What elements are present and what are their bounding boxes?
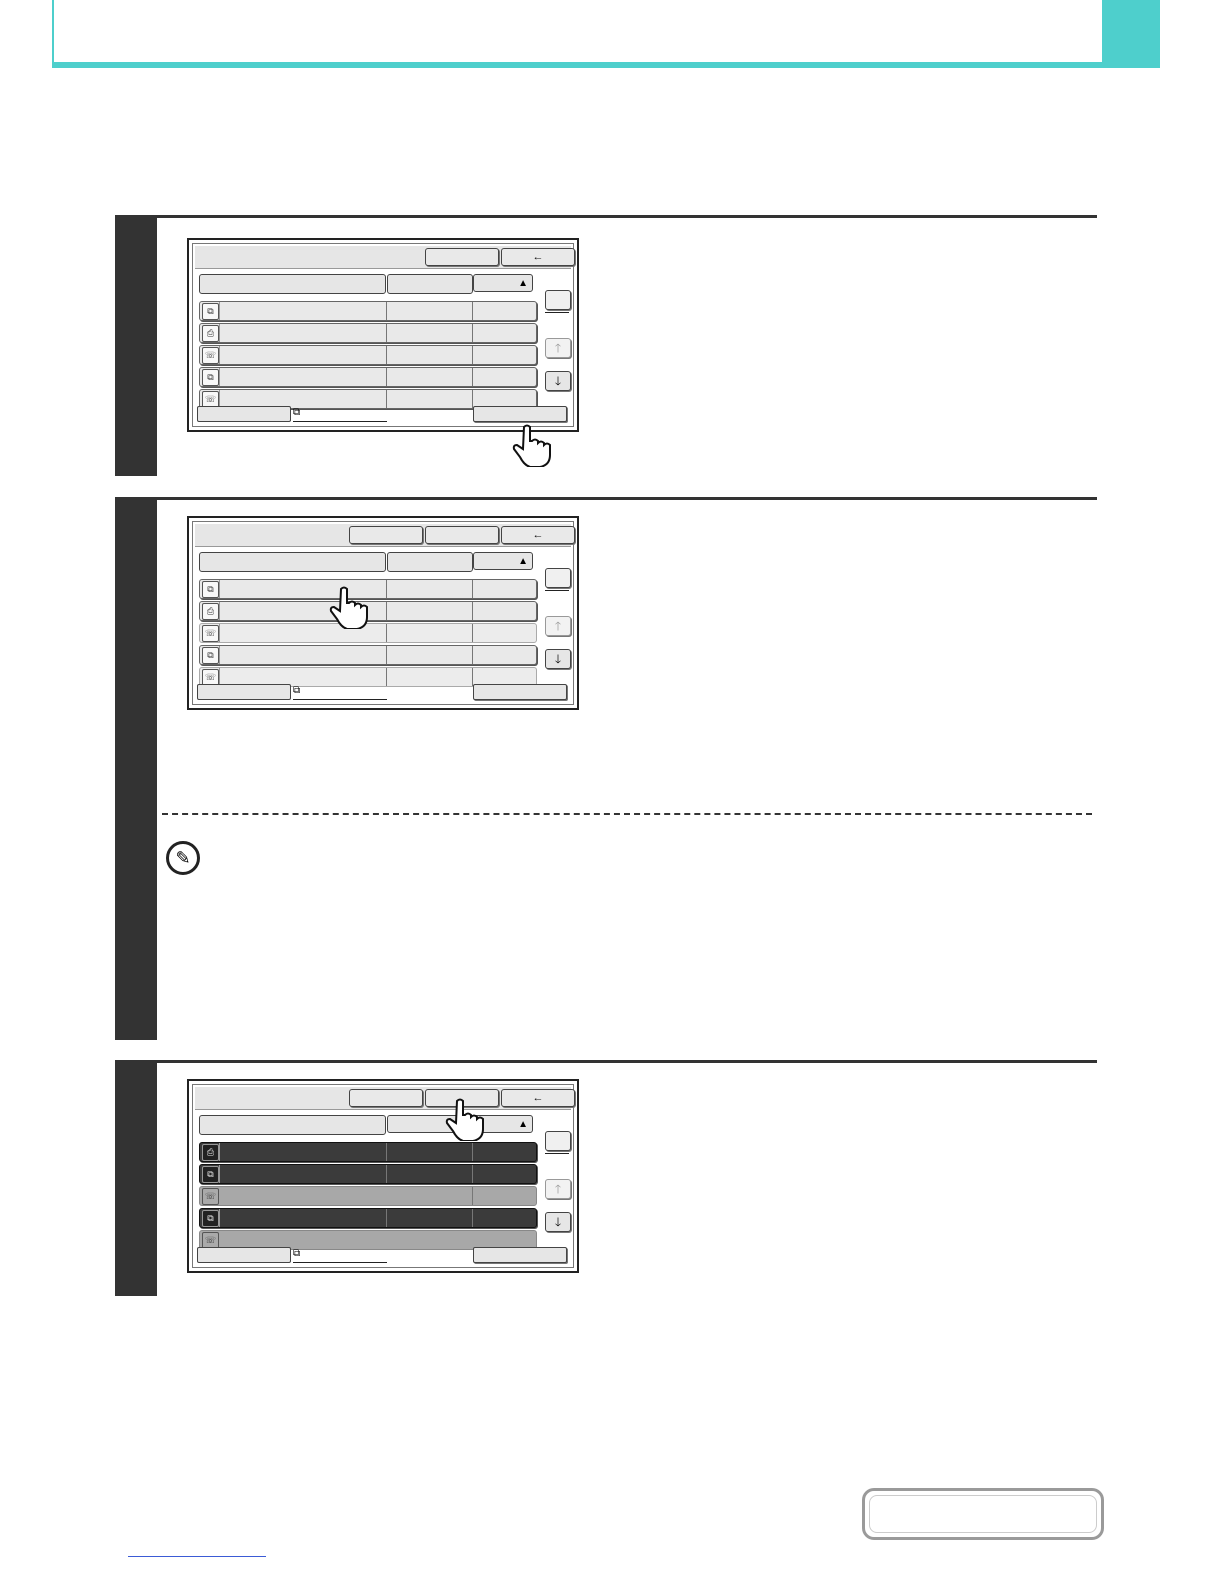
footer-status: ⧉ — [293, 1248, 387, 1263]
touch-panel-screen-1: ← ▲ ⧉ ⎙ ☏ ⧉ ☏ 🡑 🡓 ⧉ — [187, 238, 579, 432]
footer-left-button[interactable] — [197, 406, 291, 422]
job-row[interactable]: ☏ — [199, 345, 537, 365]
job-row[interactable]: ⧉ — [199, 1164, 537, 1184]
job-row[interactable]: ⧉ — [199, 645, 537, 665]
scroll-down-button[interactable]: 🡓 — [545, 371, 571, 391]
side-button[interactable] — [545, 568, 571, 588]
footer-right-button[interactable] — [473, 684, 567, 700]
fax-icon: ☏ — [202, 1188, 219, 1205]
scroll-down-button[interactable]: 🡓 — [545, 1212, 571, 1232]
scan-icon: ⎙ — [202, 325, 219, 342]
scan-icon: ⎙ — [202, 603, 219, 620]
header-accent-line — [52, 62, 1160, 68]
copy-icon: ⧉ — [202, 1210, 219, 1227]
job-status-icon: ⧉ — [293, 407, 301, 418]
column-header-sort[interactable]: ▲ — [473, 274, 533, 292]
step-1: ← ▲ ⧉ ⎙ ☏ ⧉ ☏ 🡑 🡓 ⧉ — [115, 215, 1097, 476]
step-number-bar — [115, 1063, 157, 1296]
contents-button-inner — [869, 1495, 1097, 1533]
title-button[interactable] — [425, 248, 499, 266]
job-row[interactable]: ⎙ — [199, 1142, 537, 1162]
footer-left-button[interactable] — [197, 684, 291, 700]
footer-status: ⧉ — [293, 407, 387, 422]
step-number-bar — [115, 500, 157, 1040]
pointer-hand-icon — [512, 424, 551, 467]
back-button[interactable]: ← — [501, 248, 575, 266]
side-button-underline — [545, 312, 569, 313]
fax-icon: ☏ — [202, 347, 219, 364]
fax-icon: ☏ — [202, 625, 219, 642]
column-header-sort[interactable]: ▲ — [473, 552, 533, 570]
column-header-name[interactable] — [199, 1115, 386, 1135]
step-2: ← ▲ ⧉ ⎙ ☏ ⧉ ☏ 🡑 🡓 ⧉ — [115, 497, 1097, 1040]
back-button[interactable]: ← — [501, 526, 575, 544]
screen-title-bar: ← — [195, 1087, 575, 1110]
screen-frame: ← ▲ ⧉ ⎙ ☏ ⧉ ☏ 🡑 🡓 ⧉ — [192, 243, 575, 427]
side-button[interactable] — [545, 290, 571, 310]
scroll-down-button[interactable]: 🡓 — [545, 649, 571, 669]
screen-frame: ← ▲ ⎙ ⧉ ☏ ⧉ ☏ 🡑 🡓 ⧉ — [192, 1084, 575, 1268]
bottom-link-underline[interactable] — [128, 1556, 266, 1557]
footer-left-button[interactable] — [197, 1247, 291, 1263]
footer-status: ⧉ — [293, 685, 387, 700]
pencil-note-icon: ✎ — [166, 841, 200, 875]
title-button-left[interactable] — [349, 1089, 423, 1107]
pointer-hand-icon — [329, 586, 368, 629]
step-3: ← ▲ ⎙ ⧉ ☏ ⧉ ☏ 🡑 🡓 ⧉ — [115, 1060, 1097, 1296]
job-row[interactable]: ⧉ — [199, 1208, 537, 1228]
copy-icon: ⧉ — [202, 581, 219, 598]
job-row[interactable]: ⧉ — [199, 367, 537, 387]
job-row[interactable]: ☏ — [199, 1186, 537, 1206]
step-number-bar — [115, 218, 157, 476]
screen-title-bar: ← — [195, 524, 575, 547]
side-button[interactable] — [545, 1131, 571, 1151]
copy-icon: ⧉ — [202, 303, 219, 320]
side-button-underline — [545, 1153, 569, 1154]
column-header-name[interactable] — [199, 274, 386, 294]
header-accent-tab — [1102, 0, 1160, 68]
page-header — [52, 0, 1160, 68]
header-left-rule — [52, 0, 54, 62]
column-header-mid[interactable] — [387, 274, 473, 294]
touch-panel-screen-3: ← ▲ ⎙ ⧉ ☏ ⧉ ☏ 🡑 🡓 ⧉ — [187, 1079, 579, 1273]
footer-right-button[interactable] — [473, 406, 567, 422]
column-header-mid[interactable] — [387, 552, 473, 572]
job-status-icon: ⧉ — [293, 685, 301, 696]
pointer-hand-icon — [445, 1098, 484, 1141]
scroll-up-button[interactable]: 🡑 — [545, 616, 571, 636]
job-status-icon: ⧉ — [293, 1248, 301, 1259]
scroll-up-button[interactable]: 🡑 — [545, 1179, 571, 1199]
copy-icon: ⧉ — [202, 647, 219, 664]
column-header-name[interactable] — [199, 552, 386, 572]
footer-right-button[interactable] — [473, 1247, 567, 1263]
touch-panel-screen-2: ← ▲ ⧉ ⎙ ☏ ⧉ ☏ 🡑 🡓 ⧉ — [187, 516, 579, 710]
note-divider — [162, 813, 1092, 815]
job-row[interactable]: ⎙ — [199, 323, 537, 343]
back-button[interactable]: ← — [501, 1089, 575, 1107]
contents-button[interactable] — [862, 1488, 1104, 1540]
screen-frame: ← ▲ ⧉ ⎙ ☏ ⧉ ☏ 🡑 🡓 ⧉ — [192, 521, 575, 705]
title-button-middle[interactable] — [425, 526, 499, 544]
screen-title-bar: ← — [195, 246, 575, 269]
side-button-underline — [545, 590, 569, 591]
copy-icon: ⧉ — [202, 369, 219, 386]
scan-icon: ⎙ — [202, 1144, 219, 1161]
title-button-left[interactable] — [349, 526, 423, 544]
scroll-up-button[interactable]: 🡑 — [545, 338, 571, 358]
copy-icon: ⧉ — [202, 1166, 219, 1183]
job-row[interactable]: ⧉ — [199, 301, 537, 321]
